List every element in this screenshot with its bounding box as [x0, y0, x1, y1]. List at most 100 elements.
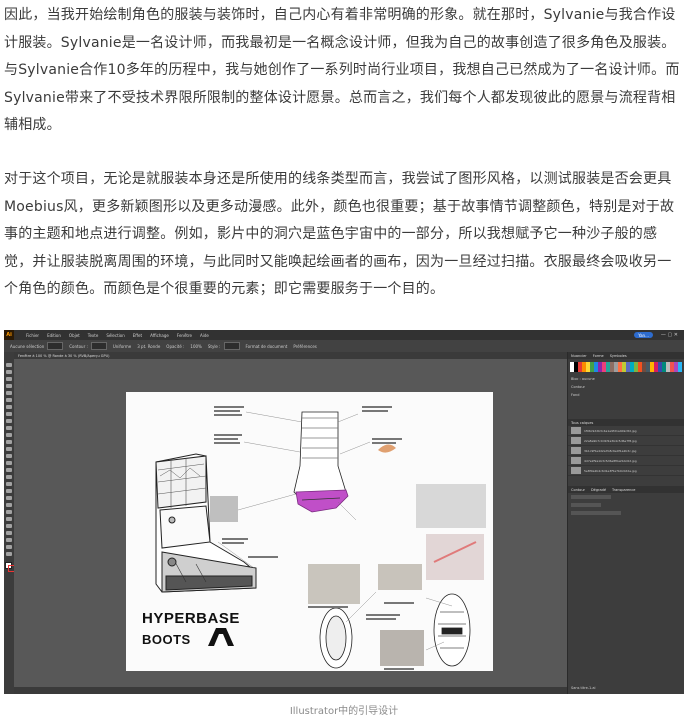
layer-name: 1f06c9d2b3c4a1e9fd1a4b9c8d.jpg	[584, 428, 637, 433]
paintbrush-tool-icon[interactable]	[6, 426, 12, 430]
blend-tool-icon[interactable]	[6, 510, 12, 514]
layer-thumbnail	[571, 427, 581, 434]
width-tool-icon[interactable]	[6, 461, 12, 465]
control-label[interactable]: 3 pt. Ronde	[137, 344, 160, 349]
menu-item[interactable]: Fichier	[26, 333, 39, 338]
file-name-label: Sans titre-1.ai	[571, 686, 596, 690]
line-tool-icon[interactable]	[6, 412, 12, 416]
layer-name: 5e8f0a2b4c6d1e3f5a7b9c0d2e.jpg	[584, 468, 637, 473]
control-label: Contour :	[69, 343, 88, 349]
mesh-tool-icon[interactable]	[6, 489, 12, 493]
style-field[interactable]	[223, 342, 240, 350]
eyedropper-tool-icon[interactable]	[6, 503, 12, 507]
account-button[interactable]: Yan...	[634, 332, 653, 338]
layer-row[interactable]: 5e8f0a2b4c6d1e3f5a7b9c0d2e.jpg	[568, 466, 684, 476]
perspective-tool-icon[interactable]	[6, 482, 12, 486]
control-label[interactable]: 100%	[190, 344, 201, 349]
layer-thumbnail	[571, 457, 581, 464]
lasso-tool-icon[interactable]	[6, 384, 12, 388]
menu-item[interactable]: Edition	[47, 333, 61, 338]
menu-item[interactable]: Effet	[133, 333, 142, 338]
menu-item[interactable]: Fenêtre	[177, 333, 192, 338]
menu-item[interactable]: Affichage	[150, 333, 169, 338]
shape-builder-tool-icon[interactable]	[6, 475, 12, 479]
properties-row[interactable]	[568, 509, 684, 517]
hand-tool-icon[interactable]	[6, 545, 12, 549]
swatch[interactable]	[678, 367, 682, 372]
layer-thumbnail	[571, 447, 581, 454]
control-label[interactable]: Uniforme	[113, 344, 131, 349]
control-label: Opacité :	[166, 343, 185, 349]
direct-selection-tool-icon[interactable]	[6, 370, 12, 374]
curvature-tool-icon[interactable]	[6, 398, 12, 402]
panel-tab[interactable]: Contour	[571, 488, 585, 492]
right-panels: Nuancier Forme Symboles Bloc : aucune Co…	[567, 352, 684, 694]
menu-item[interactable]: Sélection	[106, 333, 124, 338]
panel-label[interactable]: Tous calques	[571, 421, 593, 425]
stroke-field[interactable]	[90, 342, 107, 350]
illustrator-screenshot: Ai Fichier Edition Objet Texte Sélection…	[4, 330, 684, 694]
pencil-tool-icon[interactable]	[6, 433, 12, 437]
menu-item[interactable]: Objet	[69, 333, 80, 338]
gradient-tool-icon[interactable]	[6, 496, 12, 500]
menu-bar: Ai Fichier Edition Objet Texte Sélection…	[4, 330, 684, 340]
swatch-grid[interactable]	[570, 362, 682, 372]
fabric-photo	[378, 564, 422, 590]
eraser-tool-icon[interactable]	[6, 440, 12, 444]
free-transform-tool-icon[interactable]	[6, 468, 12, 472]
panel-row[interactable]: Contour	[568, 383, 684, 391]
layer-row[interactable]: 22a8e9b7c0d1f2a3b4c5d6e7f8.jpg	[568, 436, 684, 446]
properties-row[interactable]	[568, 493, 684, 501]
panel-tab[interactable]: Transparence	[612, 488, 635, 492]
boot-side-view	[155, 453, 257, 593]
fill-swatch[interactable]	[47, 342, 64, 350]
window-controls-icon[interactable]: — ▢ ✕	[661, 332, 678, 338]
shoe-photo	[416, 484, 486, 528]
rectangle-tool-icon[interactable]	[6, 419, 12, 423]
artboard-tool-icon[interactable]	[6, 531, 12, 535]
selection-tool-icon[interactable]	[6, 363, 12, 367]
magic-wand-tool-icon[interactable]	[6, 377, 12, 381]
menu-item[interactable]: Aide	[200, 333, 209, 338]
layer-thumbnail	[571, 437, 581, 444]
slice-tool-icon[interactable]	[6, 538, 12, 542]
fabric-photo	[380, 630, 424, 666]
fill-stroke-icon[interactable]	[5, 562, 15, 572]
control-label: Aucune sélection	[10, 343, 45, 349]
boot-front-view	[293, 411, 349, 513]
type-tool-icon[interactable]	[6, 405, 12, 409]
layer-row[interactable]: 4d7e2f9a1b3c5d6e8f0a2b4c6d.jpg	[568, 456, 684, 466]
document-tab[interactable]: Fenêtre à 100 % @ Ronde à 30 % (RVB/Aper…	[4, 354, 110, 358]
brand-logo-icon	[208, 628, 234, 646]
symbol-sprayer-tool-icon[interactable]	[6, 517, 12, 521]
tools-panel	[4, 352, 15, 694]
article-paragraph-1: 因此，当我开始绘制角色的服装与装饰时，自己内心有着非常明确的形象。就在那时，Sy…	[4, 7, 680, 133]
layer-row[interactable]: 3b1c9f5e4d2a7b8c6e0f1a2b3c.jpg	[568, 446, 684, 456]
zoom-tool-icon[interactable]	[6, 552, 12, 556]
document-format-button[interactable]: Format de document	[246, 344, 288, 349]
preferences-button[interactable]: Préférences	[293, 344, 317, 349]
fabric-photo	[308, 564, 360, 604]
shoe-photo	[426, 534, 484, 580]
properties-panel-header: Contour Dégradé Transparence	[568, 486, 684, 493]
panel-row[interactable]: Fond	[568, 391, 684, 399]
control-bar: Aucune sélection Contour : Uniforme 3 pt…	[4, 340, 684, 352]
artboard-title-boots: BOOTS	[142, 632, 191, 647]
panel-tab[interactable]: Forme	[593, 354, 604, 358]
layer-thumbnail	[571, 467, 581, 474]
graph-tool-icon[interactable]	[6, 524, 12, 528]
menu-item[interactable]: Texte	[88, 333, 99, 338]
panel-tab[interactable]: Nuancier	[571, 354, 587, 358]
panel-tab[interactable]: Symboles	[610, 354, 627, 358]
layer-row[interactable]: 1f06c9d2b3c4a1e9fd1a4b9c8d.jpg	[568, 426, 684, 436]
rotate-tool-icon[interactable]	[6, 447, 12, 451]
panel-tab[interactable]: Dégradé	[591, 488, 606, 492]
canvas-area[interactable]: HYPERBASE BOOTS	[14, 359, 567, 694]
scale-tool-icon[interactable]	[6, 454, 12, 458]
artboard[interactable]: HYPERBASE BOOTS	[126, 392, 493, 671]
properties-row[interactable]	[568, 501, 684, 509]
layer-name: 22a8e9b7c0d1f2a3b4c5d6e7f8.jpg	[584, 438, 637, 443]
pen-tool-icon[interactable]	[6, 391, 12, 395]
panel-row[interactable]: Bloc : aucune	[568, 375, 684, 383]
artboard-title-hyperbase: HYPERBASE	[142, 610, 240, 627]
